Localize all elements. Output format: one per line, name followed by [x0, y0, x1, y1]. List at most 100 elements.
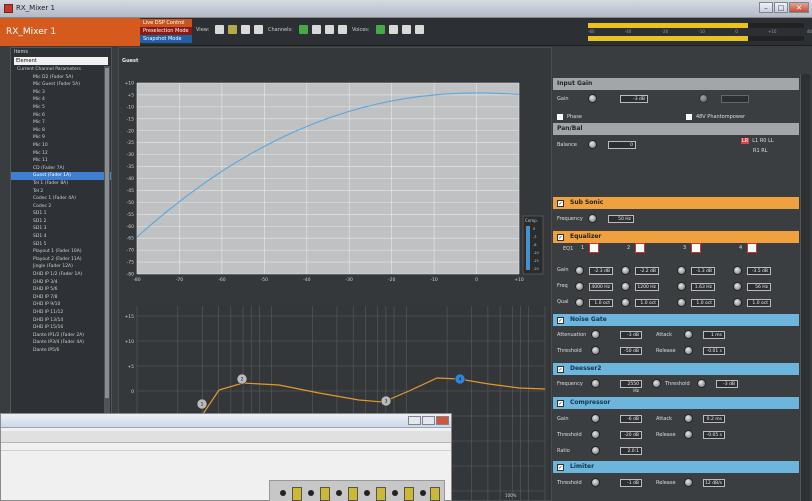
eq-freq-knob[interactable]	[575, 282, 584, 291]
tree-item[interactable]: DHD IP 3/4	[11, 279, 111, 287]
tree-item[interactable]: Mic Guest (Fader 5A)	[11, 81, 111, 89]
comp-ratio-value[interactable]: 2.0:1	[620, 446, 642, 455]
eq-filter-type-icon[interactable]	[691, 243, 701, 253]
comp-gain-value[interactable]: -6 dB	[620, 414, 642, 423]
hardware-slot[interactable]	[404, 487, 414, 501]
tree-scrollbar-thumb[interactable]	[105, 68, 109, 398]
eq-qual-value[interactable]: 1.0 oct	[589, 299, 613, 307]
sub-sonic-checkbox[interactable]: ✓	[557, 200, 564, 207]
comp-release-value[interactable]: -0.05 s	[703, 430, 725, 439]
hardware-slot[interactable]	[292, 487, 302, 501]
gain-knob[interactable]	[588, 94, 597, 103]
eq-freq-knob[interactable]	[733, 282, 742, 291]
tree-item[interactable]: CD (Fader 7A)	[11, 165, 111, 173]
tree-item[interactable]: Playout 1 (Fader 10A)	[11, 248, 111, 256]
eq-gain-knob[interactable]	[575, 266, 584, 275]
save-voice-icon[interactable]	[388, 25, 398, 34]
add-voice-icon[interactable]	[375, 25, 385, 34]
tree-item[interactable]: SD1 4	[11, 233, 111, 241]
limiter-threshold-value[interactable]: -1 dB	[620, 478, 642, 487]
hardware-knob[interactable]	[308, 490, 314, 496]
eq-freq-value[interactable]: 56 Hz	[747, 283, 771, 291]
tree-item[interactable]: DHD IP 9/10	[11, 301, 111, 309]
routing-options-2[interactable]: R1 RL	[753, 148, 768, 154]
routing-lr-button[interactable]: LR	[741, 138, 750, 144]
tree-item[interactable]: Mic 7	[11, 119, 111, 127]
deesser-threshold-value[interactable]: -3 dB	[716, 379, 738, 388]
tree-item[interactable]: Mic 4	[11, 96, 111, 104]
eq-select[interactable]: EQ1	[563, 246, 573, 252]
compressor-header[interactable]: ✓ Compressor	[553, 397, 799, 409]
eq-freq-value[interactable]: 1200 Hz	[635, 283, 659, 291]
tree-item[interactable]: SD1 1	[11, 210, 111, 218]
routing-options-1[interactable]: L1 R0 LL	[752, 138, 773, 144]
detail-view-icon[interactable]	[241, 25, 251, 34]
tree-item[interactable]: SD1 2	[11, 218, 111, 226]
secondary-maximize-button[interactable]	[422, 416, 435, 425]
eq-freq-knob[interactable]	[621, 282, 630, 291]
phantom-checkbox[interactable]	[685, 114, 692, 120]
tree-item[interactable]: Guest (Fader 1A)	[11, 172, 111, 180]
hardware-slot[interactable]	[376, 487, 386, 501]
eq-qual-value[interactable]: 1.0 oct	[691, 299, 715, 307]
secondary-close-button[interactable]	[436, 416, 449, 425]
tree-item[interactable]: Tel 1 (Fader 8A)	[11, 180, 111, 188]
tree-item[interactable]: Tel 2	[11, 188, 111, 196]
split-view-icon[interactable]	[254, 25, 264, 34]
list-view-icon[interactable]	[215, 25, 225, 34]
tree-item[interactable]: Mic 9	[11, 134, 111, 142]
eq-freq-value[interactable]: 1.63 Hz	[691, 283, 715, 291]
eq-gain-value[interactable]: -2.2 dB	[635, 267, 659, 275]
tree-item[interactable]: Dante IP5/6	[11, 347, 111, 355]
limiter-release-knob[interactable]	[684, 478, 693, 487]
balance-knob[interactable]	[588, 140, 597, 149]
comp-attack-value[interactable]: 0.2 ms	[703, 414, 725, 423]
hardware-knob[interactable]	[392, 490, 398, 496]
comp-attack-knob[interactable]	[684, 414, 693, 423]
secondary-minimize-button[interactable]	[408, 416, 421, 425]
balance-value[interactable]: 0	[608, 140, 636, 149]
gate-release-knob[interactable]	[684, 346, 693, 355]
comp-threshold-value[interactable]: -20 dB	[620, 430, 642, 439]
tree-item[interactable]: Mic 10	[11, 142, 111, 150]
noise-gate-header[interactable]: ✓ Noise Gate	[553, 314, 799, 326]
equalizer-header[interactable]: ✓ Equalizer	[553, 231, 799, 243]
eq-freq-knob[interactable]	[677, 282, 686, 291]
tree-item[interactable]: Playout 2 (Fader 11A)	[11, 256, 111, 264]
hardware-slot[interactable]	[348, 487, 358, 501]
eq-gain-knob[interactable]	[733, 266, 742, 275]
deesser-checkbox[interactable]: ✓	[557, 366, 564, 373]
hardware-knob[interactable]	[364, 490, 370, 496]
tree-root-item[interactable]: Current Channel Parameters	[11, 66, 111, 74]
tree-item[interactable]: DHD IP 1/2 (Fader 1A)	[11, 271, 111, 279]
eq-filter-type-icon[interactable]	[589, 243, 599, 253]
print-channel-icon[interactable]	[324, 25, 334, 34]
eq-gain-value[interactable]: -3.5 dB	[747, 267, 771, 275]
grid-view-icon[interactable]	[228, 25, 238, 34]
tree-item[interactable]: DHD IP 15/16	[11, 324, 111, 332]
eq-qual-knob[interactable]	[733, 298, 742, 307]
trim-knob[interactable]	[699, 94, 708, 103]
tree-item[interactable]: Jingle (Fader 12A)	[11, 263, 111, 271]
tree-item[interactable]: Dante IP3/4 (Fader 4A)	[11, 339, 111, 347]
eq-qual-knob[interactable]	[621, 298, 630, 307]
eq-filter-type-icon[interactable]	[747, 243, 757, 253]
tree-item[interactable]: Dante IP1/2 (Fader 2A)	[11, 332, 111, 340]
element-dropdown[interactable]: Element	[14, 57, 108, 65]
mode-preselection[interactable]: Preselection Mode	[140, 27, 192, 35]
close-button[interactable]: ✕	[789, 2, 809, 13]
add-channel-icon[interactable]	[298, 25, 308, 34]
tree-item[interactable]: Codec 1 (Fader 4A)	[11, 195, 111, 203]
tree-item[interactable]: Mic 11	[11, 157, 111, 165]
tree-item[interactable]: SD1 5	[11, 241, 111, 249]
eq-gain-knob[interactable]	[621, 266, 630, 275]
hardware-slot[interactable]	[320, 487, 330, 501]
minimize-button[interactable]: –	[759, 2, 773, 13]
gain-value[interactable]: -3 dB	[620, 94, 648, 103]
hardware-slot[interactable]	[430, 487, 440, 501]
gate-threshold-value[interactable]: -50 dB	[620, 346, 642, 355]
tree-item[interactable]: SD1 3	[11, 225, 111, 233]
tree-item[interactable]: DHD IP 13/14	[11, 317, 111, 325]
tree-item[interactable]: Mic 6	[11, 112, 111, 120]
save-channel-icon[interactable]	[311, 25, 321, 34]
